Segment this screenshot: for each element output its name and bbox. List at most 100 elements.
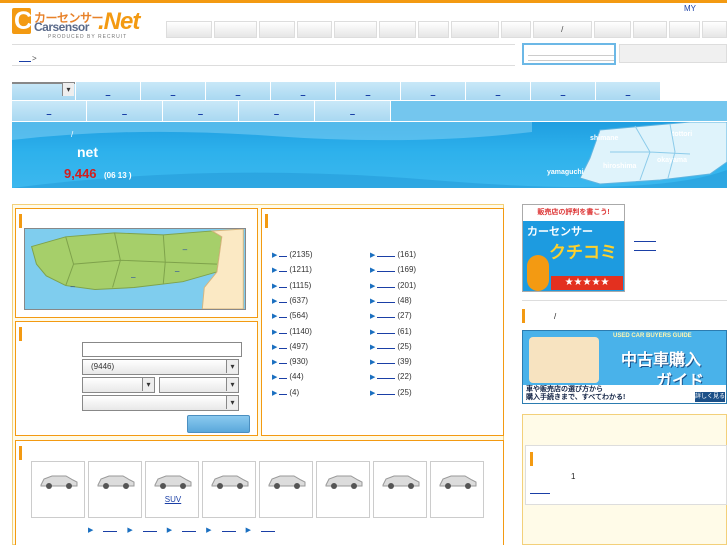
sidebar-link[interactable]	[634, 241, 656, 251]
bottom-link-item[interactable]: ▶	[88, 524, 118, 534]
pref-tab[interactable]: _	[87, 101, 162, 121]
category-link[interactable]	[279, 295, 288, 303]
category-link[interactable]	[377, 341, 396, 349]
category-item[interactable]: ▶ (169)	[370, 264, 416, 274]
category-link[interactable]	[377, 310, 396, 319]
pref-tab[interactable]: _	[596, 82, 660, 100]
category-item[interactable]: ▶ (25)	[370, 341, 412, 351]
category-item[interactable]: ▶ (201)	[370, 280, 416, 290]
pref-tab[interactable]: _	[336, 82, 400, 100]
category-item[interactable]: ▶ (161)	[370, 249, 416, 259]
category-item[interactable]: ▶ (564)	[272, 310, 308, 320]
category-link[interactable]	[279, 387, 288, 395]
pref-tab[interactable]: _	[141, 82, 205, 100]
bottom-link[interactable]	[182, 524, 197, 532]
category-link[interactable]	[279, 326, 288, 334]
keyword-input[interactable]	[82, 342, 242, 357]
map-pref-link[interactable]: _	[174, 263, 180, 272]
category-item[interactable]: ▶ (4)	[272, 387, 299, 397]
body-type-card[interactable]	[259, 461, 313, 518]
pref-tab[interactable]: _	[12, 101, 86, 121]
my-page-link[interactable]: MY	[684, 4, 696, 13]
category-item[interactable]: ▶ (22)	[370, 371, 412, 381]
category-item[interactable]: ▶ (61)	[370, 326, 412, 336]
map-pref-link[interactable]: _	[70, 279, 76, 288]
subtab-inactive[interactable]	[619, 44, 727, 63]
category-item[interactable]: ▶ (1140)	[272, 326, 312, 336]
bottom-link[interactable]	[142, 524, 157, 532]
map-pref-link[interactable]: _	[130, 269, 136, 278]
body-type-card[interactable]: SUV	[145, 461, 199, 518]
global-nav-item[interactable]	[213, 21, 258, 38]
area-select[interactable]	[82, 395, 239, 411]
global-nav-item[interactable]	[297, 21, 332, 38]
bottom-link-item[interactable]: ▶	[167, 524, 197, 534]
price-min-select[interactable]	[82, 377, 155, 393]
global-nav-item[interactable]	[450, 21, 500, 38]
pref-tab[interactable]: _	[76, 82, 140, 100]
pref-tab[interactable]: _	[206, 82, 270, 100]
category-link[interactable]	[377, 356, 396, 365]
pref-tab[interactable]: _	[401, 82, 465, 100]
category-item[interactable]: ▶ (48)	[370, 295, 412, 305]
pref-tab[interactable]: _	[315, 101, 390, 121]
buyers-guide-banner[interactable]: USED CAR BUYERS GUIDE 中古車購入 ガイド 車や販売店の選び…	[522, 330, 727, 404]
maker-select[interactable]: (9446)	[82, 359, 239, 375]
body-type-card[interactable]	[202, 461, 256, 518]
map-pref-link[interactable]: _	[182, 242, 188, 251]
category-link[interactable]	[279, 341, 288, 349]
category-link[interactable]	[377, 326, 396, 334]
kuchikomi-banner[interactable]: 販売店の評判を書こう! カーセンサー クチコミ ★★★★★	[522, 204, 625, 292]
guide-more-button[interactable]: 詳しく見る	[695, 392, 725, 402]
breadcrumb-home[interactable]	[19, 54, 31, 62]
bottom-link[interactable]	[103, 524, 118, 532]
bottom-link[interactable]	[221, 524, 236, 532]
category-link[interactable]	[279, 264, 288, 273]
category-item[interactable]: ▶ (1211)	[272, 264, 312, 274]
price-max-select[interactable]	[159, 377, 239, 393]
global-nav-item[interactable]	[333, 21, 378, 38]
global-nav-item[interactable]	[418, 21, 449, 38]
global-nav-item[interactable]	[702, 21, 727, 38]
body-type-card[interactable]	[373, 461, 427, 518]
category-link[interactable]	[377, 280, 396, 288]
category-item[interactable]: ▶ (497)	[272, 341, 308, 351]
bottom-link[interactable]	[260, 524, 275, 532]
category-link[interactable]	[279, 371, 288, 380]
global-nav-item[interactable]	[259, 21, 296, 38]
body-type-card[interactable]	[31, 461, 85, 518]
body-type-card[interactable]	[316, 461, 370, 518]
category-item[interactable]: ▶ (637)	[272, 295, 308, 305]
category-link[interactable]	[377, 249, 396, 257]
category-link[interactable]	[279, 249, 288, 257]
global-nav-item[interactable]	[379, 21, 417, 38]
global-nav-item[interactable]: /	[532, 21, 592, 38]
global-nav-item[interactable]	[593, 21, 631, 38]
category-item[interactable]: ▶ (1115)	[272, 280, 311, 290]
category-link[interactable]	[279, 356, 288, 365]
body-type-card[interactable]	[88, 461, 142, 518]
body-type-card[interactable]	[430, 461, 484, 518]
bottom-link-item[interactable]: ▶	[246, 525, 275, 534]
body-type-label[interactable]: SUV	[146, 495, 200, 504]
category-item[interactable]: ▶ (25)	[370, 387, 412, 397]
global-nav-item[interactable]	[166, 21, 212, 38]
site-logo[interactable]: C カーセンサー Carsensor .Net PRODUCED BY RECR…	[12, 7, 155, 40]
prefecture-map[interactable]: _ _ _ _	[24, 228, 246, 310]
pref-tab[interactable]: _	[466, 82, 530, 100]
global-nav-item[interactable]	[501, 21, 531, 38]
bottom-link-item[interactable]: ▶	[206, 524, 236, 534]
pref-tab[interactable]: _	[163, 101, 238, 121]
sidebar-info-link[interactable]	[530, 484, 550, 494]
bottom-link-item[interactable]: ▶	[127, 524, 157, 534]
pref-tab-selected[interactable]	[12, 82, 75, 96]
pref-tab[interactable]: _	[531, 82, 595, 100]
category-link[interactable]	[377, 264, 396, 273]
global-nav-item[interactable]	[632, 21, 667, 38]
search-button[interactable]	[187, 415, 250, 433]
category-link[interactable]	[377, 371, 396, 380]
category-link[interactable]	[377, 295, 396, 303]
global-nav-item[interactable]	[668, 21, 701, 38]
category-item[interactable]: ▶ (2135)	[272, 249, 313, 259]
category-item[interactable]: ▶ (930)	[272, 356, 308, 366]
